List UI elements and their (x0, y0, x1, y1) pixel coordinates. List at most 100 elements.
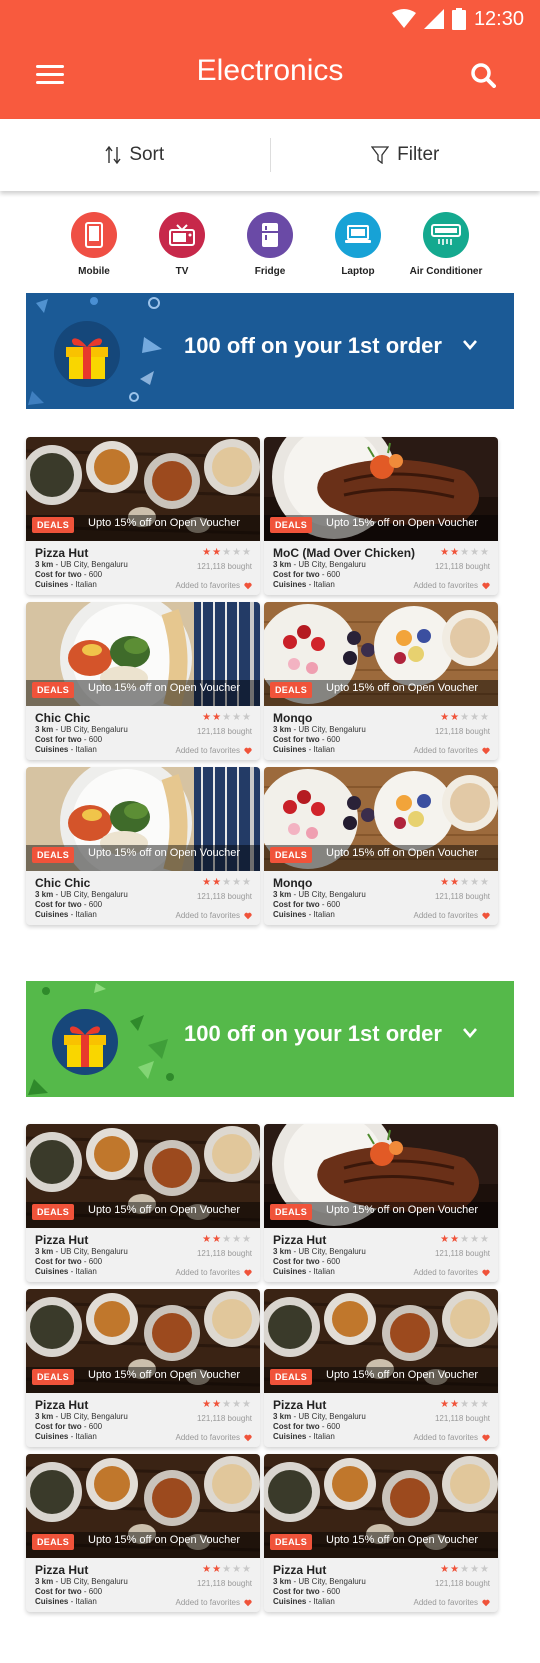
deals-badge: DEALS (270, 1534, 313, 1550)
favorites-status[interactable]: Added to favorites (176, 911, 252, 920)
promo-banner[interactable]: 100 off on your 1st order (26, 981, 514, 1097)
search-button[interactable] (470, 62, 500, 92)
bought-count: 121,118 bought (196, 1579, 252, 1588)
favorites-status[interactable]: Added to favorites (176, 1268, 252, 1277)
star-icon: ★ (202, 877, 213, 888)
star-icon: ★ (460, 1399, 471, 1410)
offer-text: Upto 15% off on Open Voucher (88, 847, 241, 859)
deals-badge: DEALS (270, 847, 313, 863)
restaurant-card[interactable]: DEALS Upto 15% off on Open Voucher Monqo ★★… (264, 602, 498, 760)
star-icon: ★ (222, 1234, 233, 1245)
restaurant-card[interactable]: DEALS Upto 15% off on Open Voucher Pizza H… (26, 1289, 260, 1447)
star-icon: ★ (440, 547, 451, 558)
star-icon: ★ (470, 877, 481, 888)
banner-text: 100 off on your 1st order (184, 1021, 442, 1046)
bought-count: 121,118 bought (434, 727, 490, 736)
category-air-conditioner[interactable]: Air Conditioner (402, 212, 490, 277)
star-icon: ★ (242, 1564, 252, 1575)
cost-line: Cost for two - 600 (35, 1422, 103, 1431)
category-laptop[interactable]: Laptop (314, 212, 402, 277)
cuisine-line: Cuisines - Italian (35, 1597, 97, 1606)
location-line: 3 km - UB City, Bengaluru (273, 1247, 366, 1256)
star-icon: ★ (202, 547, 213, 558)
category-label: Air Conditioner (409, 266, 483, 277)
location-line: 3 km - UB City, Bengaluru (273, 1577, 366, 1586)
rating-stars: ★★★★★ (440, 877, 490, 888)
star-icon: ★ (242, 547, 252, 558)
cost-line: Cost for two - 600 (273, 735, 341, 744)
air-conditioner-icon (423, 212, 469, 258)
deals-badge: DEALS (270, 682, 313, 698)
restaurant-name: Chic Chic (35, 876, 91, 890)
location-line: 3 km - UB City, Bengaluru (35, 890, 128, 899)
restaurant-card[interactable]: DEALS Upto 15% off on Open Voucher Pizza H… (264, 1124, 498, 1282)
status-bar: 12:30 (391, 6, 524, 32)
star-icon: ★ (470, 547, 481, 558)
cuisine-line: Cuisines - Italian (35, 910, 97, 919)
category-mobile[interactable]: Mobile (50, 212, 138, 277)
star-icon: ★ (460, 1564, 471, 1575)
deals-badge: DEALS (32, 1369, 75, 1385)
favorites-status[interactable]: Added to favorites (414, 581, 490, 590)
tv-icon (159, 212, 205, 258)
filter-icon (371, 146, 390, 164)
favorites-status[interactable]: Added to favorites (176, 581, 252, 590)
favorites-status[interactable]: Added to favorites (176, 1433, 252, 1442)
star-icon: ★ (222, 547, 233, 558)
star-icon: ★ (232, 1399, 243, 1410)
favorites-status[interactable]: Added to favorites (176, 1598, 252, 1607)
category-label: Fridge (254, 266, 286, 277)
heart-icon (244, 1269, 252, 1276)
sort-button[interactable]: Sort (0, 144, 270, 166)
cost-line: Cost for two - 600 (273, 900, 341, 909)
sort-icon (105, 146, 121, 164)
star-icon: ★ (470, 712, 481, 723)
restaurant-card[interactable]: DEALS Upto 15% off on Open Voucher Pizza H… (26, 1124, 260, 1282)
star-icon: ★ (242, 877, 252, 888)
offer-text: Upto 15% off on Open Voucher (326, 847, 479, 859)
category-fridge[interactable]: Fridge (226, 212, 314, 277)
toolbar: Electronics (0, 40, 540, 110)
bought-count: 121,118 bought (196, 892, 252, 901)
restaurant-card[interactable]: DEALS Upto 15% off on Open Voucher Pizza H… (264, 1454, 498, 1612)
category-tv[interactable]: TV (138, 212, 226, 277)
star-icon: ★ (212, 547, 223, 558)
location-line: 3 km - UB City, Bengaluru (273, 890, 366, 899)
rating-stars: ★★★★★ (440, 547, 490, 558)
star-icon: ★ (232, 1234, 243, 1245)
restaurant-card[interactable]: DEALS Upto 15% off on Open Voucher MoC (Ma… (264, 437, 498, 595)
rating-stars: ★★★★★ (202, 712, 252, 723)
promo-banner[interactable]: 100 off on your 1st order (26, 293, 514, 409)
restaurant-card[interactable]: DEALS Upto 15% off on Open Voucher Pizza H… (26, 1454, 260, 1612)
offer-text: Upto 15% off on Open Voucher (88, 1204, 241, 1216)
star-icon: ★ (222, 1399, 233, 1410)
heart-icon (482, 1269, 490, 1276)
favorites-status[interactable]: Added to favorites (414, 1268, 490, 1277)
favorites-status[interactable]: Added to favorites (414, 911, 490, 920)
filter-button[interactable]: Filter (271, 144, 540, 166)
offer-text: Upto 15% off on Open Voucher (88, 682, 241, 694)
filter-label: Filter (397, 144, 440, 165)
star-icon: ★ (242, 1399, 252, 1410)
restaurant-name: Monqo (273, 876, 313, 890)
restaurant-card[interactable]: DEALS Upto 15% off on Open Voucher Chic Ch… (26, 767, 260, 925)
favorites-status[interactable]: Added to favorites (414, 1433, 490, 1442)
restaurant-card[interactable]: DEALS Upto 15% off on Open Voucher Chic Ch… (26, 602, 260, 760)
heart-icon (482, 582, 490, 589)
restaurant-card[interactable]: DEALS Upto 15% off on Open Voucher Monqo ★★… (264, 767, 498, 925)
restaurant-card[interactable]: DEALS Upto 15% off on Open Voucher Pizza H… (26, 437, 260, 595)
deals-badge: DEALS (270, 1369, 313, 1385)
heart-icon (244, 747, 252, 754)
bought-count: 121,118 bought (196, 1414, 252, 1423)
star-icon: ★ (460, 877, 471, 888)
heart-icon (482, 912, 490, 919)
favorites-status[interactable]: Added to favorites (414, 746, 490, 755)
rating-stars: ★★★★★ (440, 1564, 490, 1575)
heart-icon (244, 1599, 252, 1606)
rating-stars: ★★★★★ (202, 877, 252, 888)
favorites-status[interactable]: Added to favorites (414, 1598, 490, 1607)
category-row: Mobile TV Fridge Laptop Air Conditioner (50, 212, 490, 277)
favorites-status[interactable]: Added to favorites (176, 746, 252, 755)
cuisine-line: Cuisines - Italian (35, 1267, 97, 1276)
restaurant-card[interactable]: DEALS Upto 15% off on Open Voucher Pizza H… (264, 1289, 498, 1447)
